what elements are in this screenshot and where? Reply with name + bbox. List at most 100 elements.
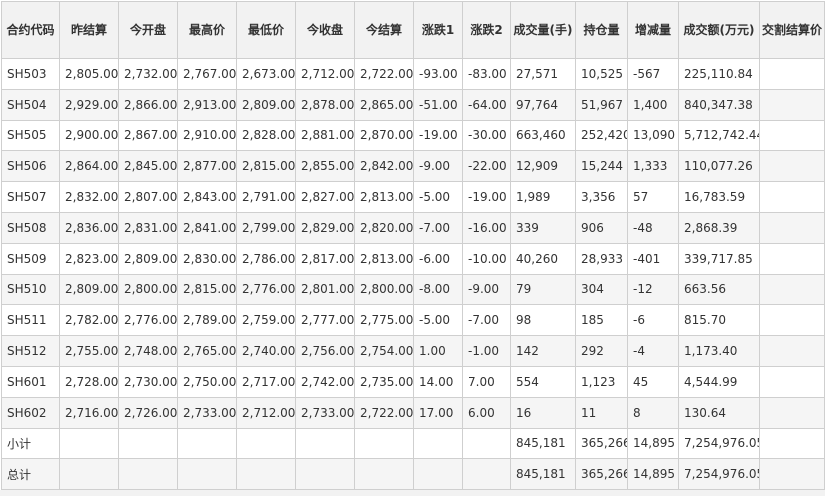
table-cell: 2,817.00 [295,242,355,275]
table-cell: -567 [627,58,679,90]
table-row: SH504 2,929.00 2,866.00 2,913.00 2,809.00 2,8… [1,88,825,121]
table-cell [177,427,237,460]
table-cell: 2,868.39 [678,211,760,244]
table-cell: SH508 [1,211,60,244]
table-cell: -83.00 [462,58,511,90]
table-cell: 2,867.00 [118,119,178,152]
table-cell: 2,767.00 [177,58,237,90]
table-cell: 2,777.00 [295,304,355,337]
table-cell: 2,832.00 [59,181,119,213]
table-cell: 10,525 [575,58,628,90]
table-cell [354,427,414,460]
table-cell: 2,900.00 [59,119,119,152]
table-cell: -9.00 [413,150,463,183]
table-cell: 2,775.00 [354,304,414,337]
table-cell: 57 [627,181,679,213]
table-cell: -5.00 [413,181,463,213]
table-cell: 13,090 [627,119,679,152]
table-cell: 40,260 [510,242,576,275]
table-cell: 185 [575,304,628,337]
table-cell: 2,786.00 [236,242,296,275]
table-cell: 2,722.00 [354,58,414,90]
table-cell: 2,776.00 [236,273,296,306]
table-cell [759,150,825,183]
table-row: SH506 2,864.00 2,845.00 2,877.00 2,815.00 2,8… [1,150,825,183]
table-cell: SH509 [1,242,60,275]
table-cell: -7.00 [413,211,463,244]
table-cell: 845,181 [510,427,576,460]
table-cell: 7,254,976.05 [678,427,760,460]
table-cell: 339 [510,211,576,244]
table-cell: 2,831.00 [118,211,178,244]
table-cell: 2,728.00 [59,365,119,398]
table-cell: 2,809.00 [59,273,119,306]
table-cell: 2,842.00 [354,150,414,183]
table-cell [759,181,825,213]
table-cell: 小计 [1,427,60,460]
table-cell: 79 [510,273,576,306]
table-cell [759,273,825,306]
table-cell: 1,123 [575,365,628,398]
table-cell: -19.00 [462,181,511,213]
table-cell: SH511 [1,304,60,337]
table-cell: 2,759.00 [236,304,296,337]
table-cell: 142 [510,335,576,367]
table-cell: -12 [627,273,679,306]
table-cell: 8 [627,396,679,429]
table-cell: 2,870.00 [354,119,414,152]
column-header: 今开盘 [118,1,178,59]
table-row: SH512 2,755.00 2,748.00 2,765.00 2,740.00 2,7… [1,335,825,367]
column-header: 昨结算 [59,1,119,59]
table-cell: 130.64 [678,396,760,429]
table-cell: 2,807.00 [118,181,178,213]
column-header: 涨跌2 [462,1,511,59]
table-cell [295,427,355,460]
table-cell: 2,815.00 [236,150,296,183]
table-row: 小计 845,181 365,266 14,895 7,254,976.05 [1,427,825,460]
table-cell: 840,347.38 [678,88,760,121]
table-cell: 2,823.00 [59,242,119,275]
table-cell: -6 [627,304,679,337]
table-cell: -5.00 [413,304,463,337]
table-cell: 2,843.00 [177,181,237,213]
table-cell: 2,748.00 [118,335,178,367]
table-cell: -1.00 [462,335,511,367]
table-cell [759,58,825,90]
table-row: SH602 2,716.00 2,726.00 2,733.00 2,712.00 2,7… [1,396,825,429]
table-cell [759,304,825,337]
column-header: 今收盘 [295,1,355,59]
table-cell: 2,828.00 [236,119,296,152]
table-row: SH511 2,782.00 2,776.00 2,789.00 2,759.00 2,7… [1,304,825,337]
table-cell: 4,544.99 [678,365,760,398]
table-cell: 663.56 [678,273,760,306]
table-cell: 2,730.00 [118,365,178,398]
table-cell: 304 [575,273,628,306]
table-cell: -8.00 [413,273,463,306]
table-cell: 2,717.00 [236,365,296,398]
table-cell: 2,733.00 [177,396,237,429]
table-row: SH503 2,805.00 2,732.00 2,767.00 2,673.00 2,7… [1,58,825,90]
table-cell [59,427,119,460]
table-cell: 2,732.00 [118,58,178,90]
table-cell: 2,801.00 [295,273,355,306]
table-cell [236,458,296,491]
table-cell: 1,173.40 [678,335,760,367]
table-cell: -19.00 [413,119,463,152]
table-row: SH505 2,900.00 2,867.00 2,910.00 2,828.00 2,8… [1,119,825,152]
table-cell: 14,895 [627,458,679,491]
table-cell: 2,765.00 [177,335,237,367]
table-cell: 2,791.00 [236,181,296,213]
table-cell: 16,783.59 [678,181,760,213]
table-cell: -7.00 [462,304,511,337]
table-cell: 17.00 [413,396,463,429]
table-cell [413,427,463,460]
table-cell: 2,878.00 [295,88,355,121]
table-cell: 1,400 [627,88,679,121]
table-header: 合约代码 昨结算 今开盘 最高价 最低价 今收盘 今结算 涨跌1 涨跌2 成交量(手) 持仓量 增减量… [1,1,825,59]
table-cell: 2,789.00 [177,304,237,337]
table-cell: 2,755.00 [59,335,119,367]
table-cell: 2,865.00 [354,88,414,121]
table-cell: 2,740.00 [236,335,296,367]
table-cell: -16.00 [462,211,511,244]
table-cell: -64.00 [462,88,511,121]
